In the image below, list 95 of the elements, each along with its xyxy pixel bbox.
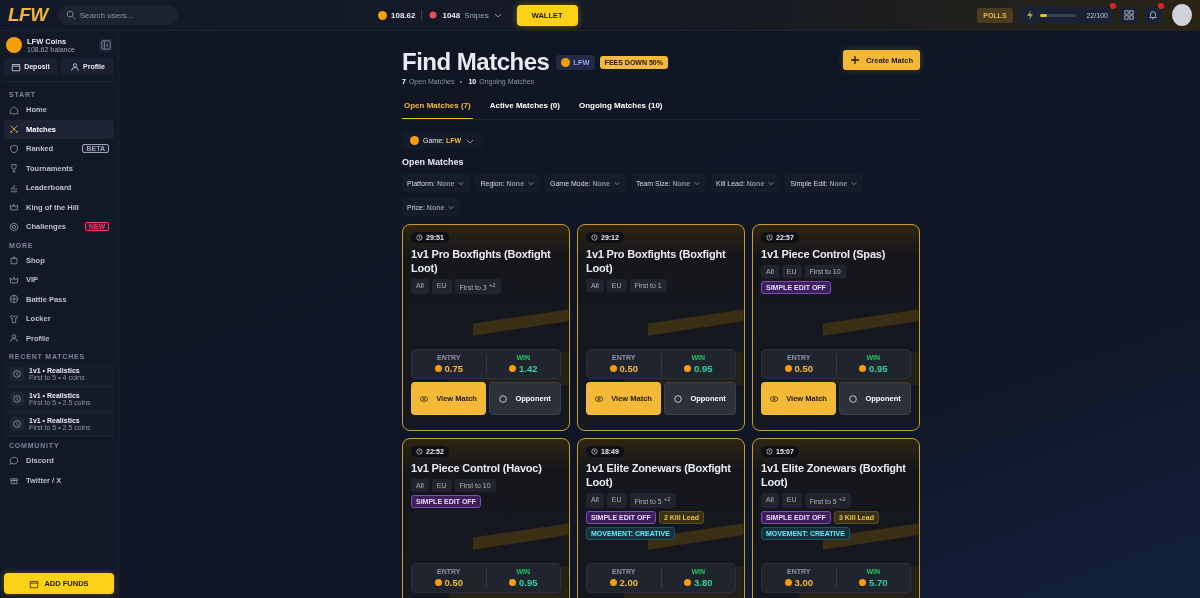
coin-icon [434,579,442,586]
crown-icon [9,202,19,213]
clock-icon [591,234,598,241]
entry-amount: 3.00 [784,577,813,588]
coin-icon [509,579,516,586]
eye-icon [769,393,779,404]
snipes-count: 1048 [442,10,461,20]
clock-icon [591,448,598,455]
crossed-swords-icon [9,124,19,135]
win-amount: 0.95 [859,363,888,374]
tab[interactable]: Open Matches (7) [402,96,473,119]
coin-icon [784,365,792,372]
page-title: Find Matches [402,48,550,76]
entry-amount: 0.50 [434,577,463,588]
entry-amount: 0.50 [784,363,813,374]
chevron-down-icon [612,179,621,187]
chevron-down-icon [457,179,466,187]
shield-icon [9,143,19,154]
crosshair-icon [673,393,684,404]
crosshair-icon [848,393,859,404]
win-amount: 0.95 [684,363,713,374]
tab[interactable]: Ongoing Matches (10) [576,96,665,119]
entry-amount: 2.00 [609,577,638,588]
wallet-icon [11,61,22,72]
section-title: Open Matches [402,157,465,167]
win-amount: 3.80 [684,577,713,588]
crosshair-icon [498,393,509,404]
logo[interactable]: LFW [8,4,48,26]
dot-icon [428,10,439,20]
bar-chart-icon [9,182,19,193]
user-icon [70,61,81,72]
coin-icon [609,365,617,372]
eye-icon [419,393,429,404]
apps-grid-button[interactable] [1120,6,1138,24]
match-title: 1v1 Pro Boxfights (Boxfight Loot) [586,247,727,275]
match-title: 1v1 Elite Zonewars (Boxfight Loot) [761,461,907,489]
bolt-icon [1024,10,1035,20]
match-title: 1v1 Pro Boxfights (Boxfight Loot) [411,247,552,275]
coin-icon [784,579,792,586]
match-title: 1v1 Piece Control (Spas) [761,247,887,261]
coin-icon [561,57,571,67]
target-icon [9,221,19,232]
wallet-icon [29,578,40,589]
history-icon [12,369,22,379]
chevron-down-icon [527,179,536,187]
coin-icon [378,10,387,20]
notification-dot [1110,3,1116,9]
coin-icon [684,365,691,372]
match-title: 1v1 Piece Control (Havoc) [411,461,543,475]
coin-balance: 108.62 [391,10,416,20]
shirt-icon [9,313,19,324]
coin-icon [410,136,419,145]
coin-icon [434,365,442,372]
user-icon [9,333,19,344]
entry-amount: 0.50 [609,363,638,374]
sidebar-panel-icon [100,40,111,50]
snipes-label: Snipes [464,10,489,20]
collapse-sidebar-button[interactable] [99,38,112,52]
gift-icon [9,475,19,486]
search-icon [65,10,76,20]
clock-icon [416,234,423,241]
search-field[interactable]: Search users... [57,5,178,25]
bell-icon [1148,10,1158,20]
crown-icon [9,274,19,285]
match-title: 1v1 Elite Zonewars (Boxfight Loot) [586,461,732,489]
coin-icon [6,37,22,53]
avatar[interactable] [1172,4,1192,26]
chevron-down-icon [767,179,776,187]
grid-icon [1124,10,1134,20]
clock-icon [766,448,773,455]
chevron-down-icon [850,179,859,187]
home-icon [9,104,19,115]
win-amount: 0.95 [509,577,538,588]
entry-amount: 0.75 [434,363,463,374]
tab[interactable]: Active Matches (0) [487,96,562,119]
trophy-icon [9,163,19,174]
chevron-down-icon [693,179,702,187]
win-amount: 5.70 [859,577,888,588]
notification-dot [1158,3,1164,9]
history-icon [12,419,22,429]
history-icon [12,394,22,404]
plus-icon [849,55,860,65]
eye-icon [594,393,604,404]
chat-bubble-icon [9,455,19,466]
shopping-bag-icon [9,255,19,266]
coin-icon [859,579,866,586]
coin-icon [684,579,691,586]
coin-icon [509,365,516,372]
clock-icon [416,448,423,455]
win-amount: 1.42 [509,363,538,374]
coin-icon [609,579,617,586]
clock-icon [766,234,773,241]
coin-icon [859,365,866,372]
notifications-button[interactable] [1144,6,1162,24]
chevron-down-icon [447,203,456,211]
